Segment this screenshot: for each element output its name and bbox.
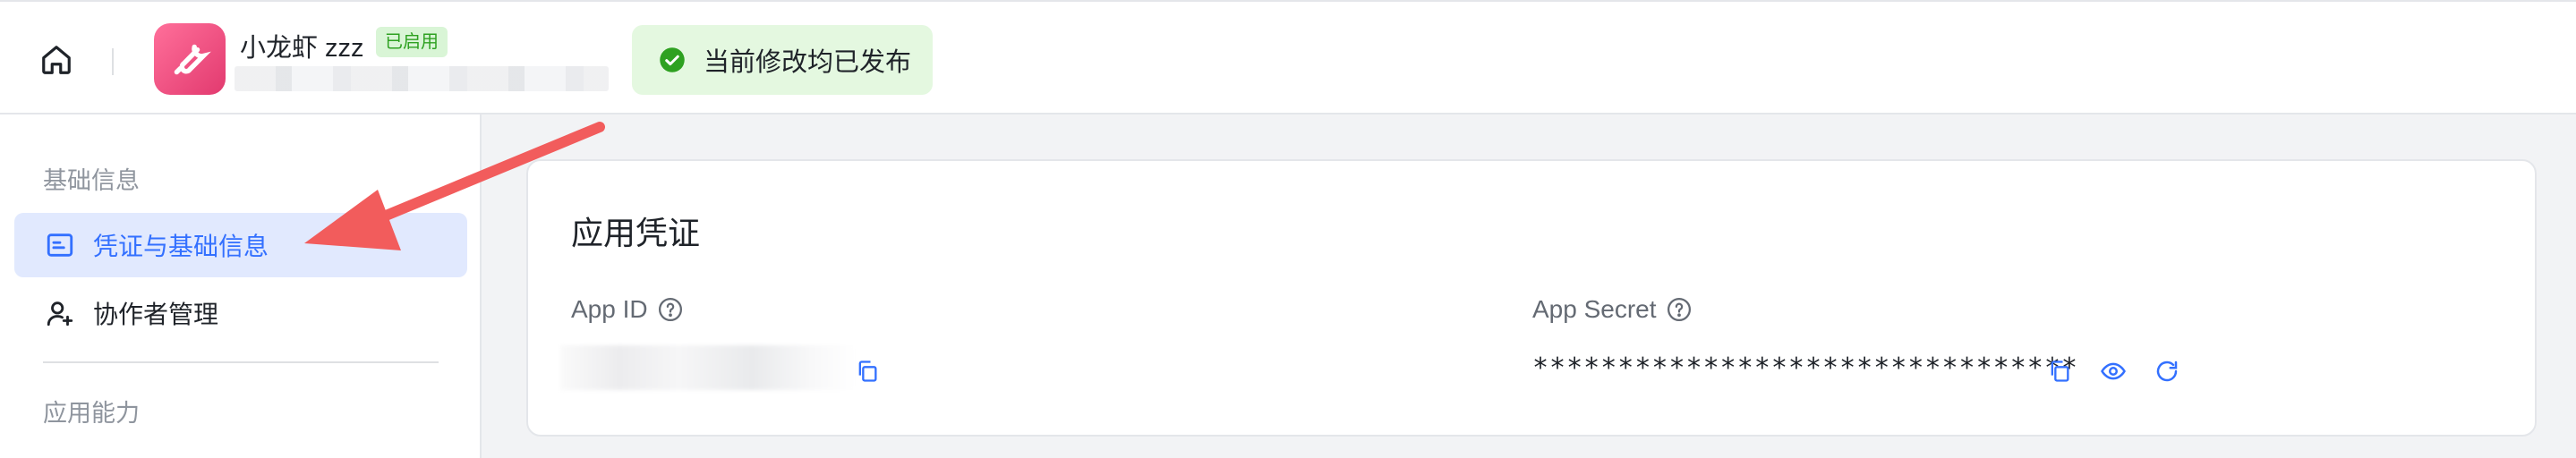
user-add-icon [47, 301, 73, 327]
home-button[interactable] [36, 39, 77, 81]
redacted-app-id [560, 345, 856, 390]
show-secret-button[interactable] [2098, 356, 2128, 386]
redacted-app-description [235, 66, 609, 91]
reset-secret-button[interactable] [2152, 356, 2182, 386]
app-secret-value: ******************************** [1532, 352, 2078, 384]
help-icon[interactable] [657, 296, 684, 323]
app-secret-label-row: App Secret [1532, 295, 1693, 324]
home-icon [42, 46, 71, 74]
sidebar-section-app-capabilities: 应用能力 [43, 400, 140, 427]
credentials-card: 应用凭证 App ID App Secret *****************… [526, 159, 2537, 437]
divider [112, 48, 114, 75]
sidebar-item-label: 凭证与基础信息 [93, 233, 269, 260]
sidebar-section-basic-info: 基础信息 [43, 167, 140, 194]
status-badge: 已启用 [376, 27, 448, 57]
sidebar: 基础信息 凭证与基础信息 协作者管理 应用能力 [0, 114, 482, 458]
copy-icon [2051, 360, 2069, 382]
sidebar-item-collaborators[interactable]: 协作者管理 [14, 281, 467, 345]
app-icon [154, 23, 226, 95]
eye-icon [2101, 362, 2126, 380]
sidebar-divider [43, 361, 439, 363]
publish-toast: 当前修改均已发布 [632, 25, 933, 95]
top-bar: 小龙虾 zzz 已启用 当前修改均已发布 [0, 0, 2576, 114]
sidebar-item-label: 协作者管理 [93, 301, 219, 328]
card-title: 应用凭证 [571, 215, 701, 251]
sidebar-item-credentials[interactable]: 凭证与基础信息 [14, 213, 467, 277]
help-icon[interactable] [1666, 296, 1693, 323]
app-id-label-row: App ID [571, 295, 684, 324]
copy-icon [858, 360, 877, 382]
copy-app-secret-button[interactable] [2044, 356, 2075, 386]
id-card-icon [47, 233, 73, 257]
toast-message: 当前修改均已发布 [704, 48, 912, 77]
app-name: 小龙虾 zzz [240, 34, 364, 63]
app-id-label: App ID [571, 295, 648, 323]
app-secret-label: App Secret [1532, 295, 1657, 323]
wrench-icon [174, 44, 211, 75]
refresh-icon [2156, 360, 2178, 382]
copy-app-id-button[interactable] [852, 356, 883, 386]
check-circle-icon [660, 47, 685, 72]
